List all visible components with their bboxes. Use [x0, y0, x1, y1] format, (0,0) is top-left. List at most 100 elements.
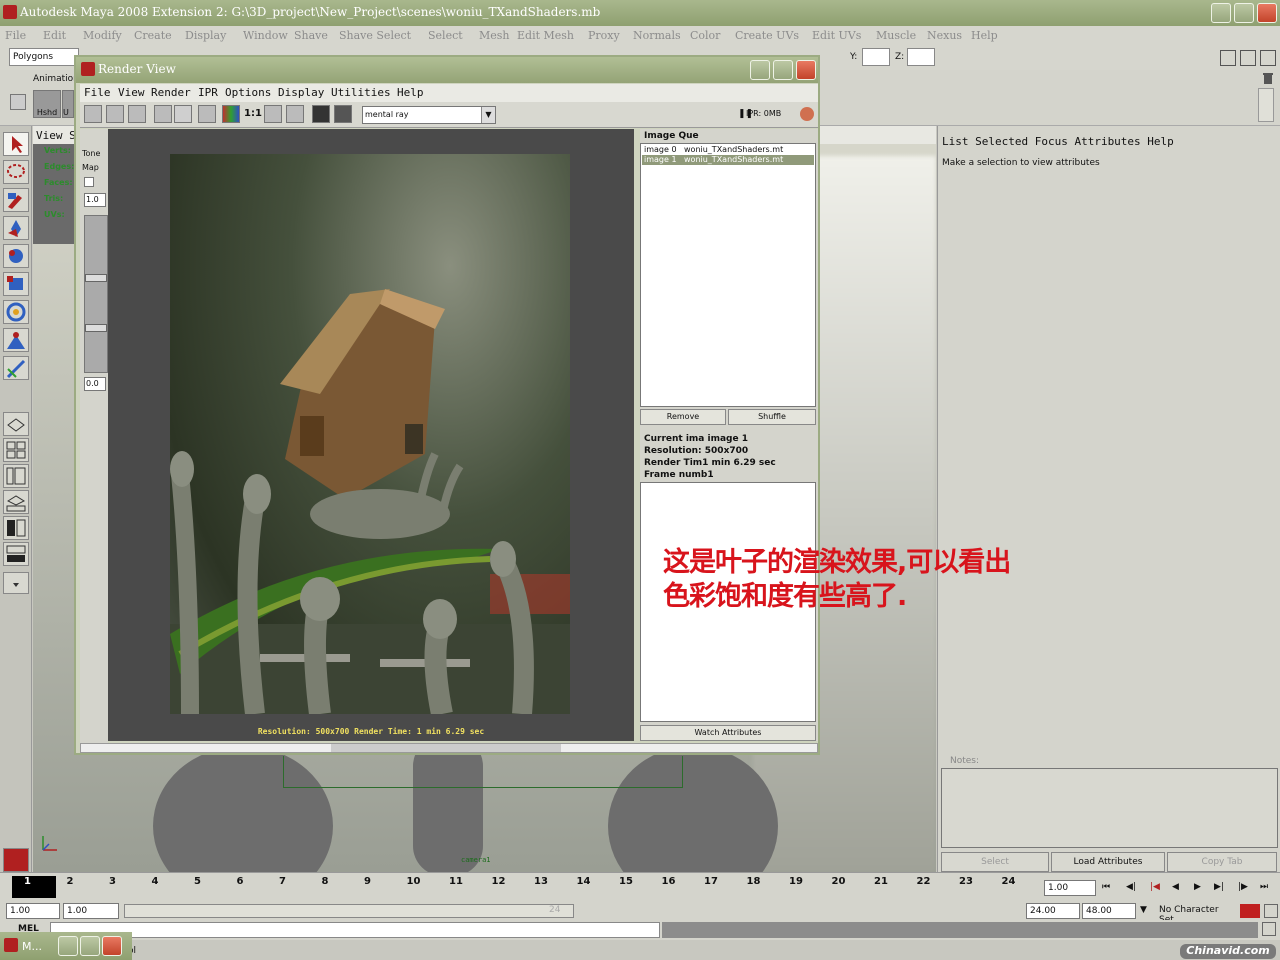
menu-create-uvs[interactable]: Create UVs — [735, 29, 799, 42]
mode-selector[interactable]: Polygons — [9, 48, 79, 66]
menu-shave-select[interactable]: Shave Select — [339, 29, 411, 42]
real-size-button[interactable]: 1:1 — [244, 108, 262, 119]
exposure-slider-handle-top[interactable] — [85, 274, 107, 282]
command-input[interactable] — [50, 922, 660, 938]
shuffle-button[interactable]: Shuffle — [728, 409, 816, 425]
script-editor-icon[interactable] — [1262, 922, 1276, 936]
menu-edit-uvs[interactable]: Edit UVs — [812, 29, 861, 42]
playback-end-field[interactable]: 24.00 — [1026, 903, 1080, 919]
step-back-key-icon[interactable]: ◀| — [1126, 882, 1136, 892]
four-view-layout-icon[interactable] — [3, 438, 29, 462]
current-time-marker[interactable] — [12, 876, 56, 898]
exposure-min-field[interactable]: 0.0 — [84, 377, 106, 391]
refresh-ipr-icon[interactable] — [174, 105, 192, 123]
persp-outliner-layout-icon[interactable] — [3, 464, 29, 488]
minimize-button[interactable] — [1211, 3, 1231, 23]
maximize-button[interactable] — [1234, 3, 1254, 23]
select-tool-icon[interactable] — [3, 132, 29, 156]
paint-select-tool-icon[interactable] — [3, 188, 29, 212]
render-canvas[interactable] — [108, 129, 634, 741]
channel-box-toggle-icon[interactable] — [1260, 50, 1276, 66]
menu-help[interactable]: Help — [971, 29, 998, 42]
redo-render-icon[interactable] — [84, 105, 102, 123]
tool-settings-toggle-icon[interactable] — [1240, 50, 1256, 66]
ipr-render-icon[interactable] — [154, 105, 172, 123]
character-set-selector[interactable]: No Character Set — [1157, 903, 1237, 925]
rv-menu-view[interactable]: View — [118, 86, 145, 99]
universal-manipulator-icon[interactable] — [3, 300, 29, 324]
render-view-maximize-button[interactable] — [773, 60, 793, 80]
exposure-max-field[interactable]: 1.0 — [84, 193, 106, 207]
load-attributes-button[interactable]: Load Attributes — [1051, 852, 1165, 872]
render-region-icon[interactable] — [106, 105, 124, 123]
attribute-editor-menu[interactable]: List Selected Focus Attributes Help — [942, 135, 1174, 148]
menu-proxy[interactable]: Proxy — [588, 29, 620, 42]
taskbar-maximize-button[interactable] — [80, 936, 100, 956]
snapshot-icon[interactable] — [128, 105, 146, 123]
render-view-horizontal-scrollbar[interactable] — [80, 743, 818, 753]
hypershade-layout-icon[interactable] — [3, 516, 29, 540]
auto-key-icon[interactable] — [1240, 904, 1260, 918]
step-back-frame-icon[interactable]: |◀ — [1150, 882, 1160, 892]
taskbar-close-button[interactable] — [102, 936, 122, 956]
menu-shave[interactable]: Shave — [294, 29, 328, 42]
render-view-close-button[interactable] — [796, 60, 816, 80]
persp-hypershade-layout-icon[interactable] — [3, 542, 29, 566]
maya-tool-icon[interactable] — [3, 848, 29, 872]
copy-tab-button[interactable]: Copy Tab — [1167, 852, 1277, 872]
z-field[interactable] — [907, 48, 935, 66]
notes-field[interactable] — [941, 768, 1278, 848]
menu-edit-mesh[interactable]: Edit Mesh — [517, 29, 574, 42]
chevron-down-icon[interactable]: ▼ — [1140, 905, 1147, 915]
color-channels-icon[interactable] — [222, 105, 240, 123]
close-button[interactable] — [1257, 3, 1277, 23]
renderer-mental-ray-icon[interactable] — [312, 105, 330, 123]
rotate-tool-icon[interactable] — [3, 244, 29, 268]
animation-preferences-icon[interactable] — [1264, 904, 1278, 918]
single-perspective-layout-icon[interactable] — [3, 412, 29, 436]
exposure-slider[interactable] — [84, 215, 108, 373]
menu-modify[interactable]: Modify — [83, 29, 122, 42]
rv-menu-ipr[interactable]: IPR — [198, 86, 218, 99]
tone-map-checkbox[interactable] — [84, 177, 94, 187]
panel-menu-view[interactable]: View S — [36, 129, 76, 142]
rv-menu-help[interactable]: Help — [397, 86, 424, 99]
go-to-start-icon[interactable]: ⏮ — [1102, 882, 1110, 892]
lasso-tool-icon[interactable] — [3, 160, 29, 184]
persp-graph-layout-icon[interactable] — [3, 490, 29, 514]
menu-file[interactable]: File — [5, 29, 26, 42]
shelf-menu-icon[interactable] — [10, 94, 26, 110]
rv-menu-file[interactable]: File — [84, 86, 111, 99]
menu-window[interactable]: Window — [243, 29, 288, 42]
queue-item[interactable]: image 0 woniu_TXandShaders.mt — [642, 145, 814, 155]
exposure-slider-handle-bottom[interactable] — [85, 324, 107, 332]
layout-menu-icon[interactable] — [3, 572, 29, 594]
render-view-minimize-button[interactable] — [750, 60, 770, 80]
attribute-editor-toggle-icon[interactable] — [1220, 50, 1236, 66]
taskbar-restore-button[interactable] — [58, 936, 78, 956]
watch-attributes-button[interactable]: Watch Attributes — [640, 725, 816, 741]
rv-menu-utilities[interactable]: Utilities — [331, 86, 391, 99]
playback-start-field[interactable]: 1.00 — [63, 903, 119, 919]
time-slider[interactable]: 1 2 3 4 5 6 7 8 9 10 11 12 13 14 15 16 17 18 19 20 21 22 23 24 … — [0, 872, 1280, 902]
shelf-button-u[interactable]: U — [62, 90, 74, 118]
rv-menu-options[interactable]: Options — [225, 86, 271, 99]
trash-icon[interactable] — [1262, 72, 1274, 84]
remove-button[interactable]: Remove — [640, 409, 726, 425]
remove-image-icon[interactable] — [286, 105, 304, 123]
scale-tool-icon[interactable] — [3, 272, 29, 296]
render-settings-icon[interactable] — [198, 105, 216, 123]
keep-image-icon[interactable] — [264, 105, 282, 123]
minimized-window-taskbar[interactable]: M... — [0, 932, 132, 960]
play-backwards-icon[interactable]: ◀ — [1172, 882, 1179, 892]
range-slider-bar[interactable]: 24 — [124, 904, 574, 918]
current-frame-field[interactable]: 1.00 — [1044, 880, 1096, 896]
step-forward-frame-icon[interactable]: ▶| — [1214, 882, 1224, 892]
menu-create[interactable]: Create — [134, 29, 172, 42]
rv-menu-display[interactable]: Display — [278, 86, 324, 99]
y-field[interactable] — [862, 48, 890, 66]
step-forward-key-icon[interactable]: |▶ — [1238, 882, 1248, 892]
rv-menu-render[interactable]: Render — [151, 86, 191, 99]
menu-normals[interactable]: Normals — [633, 29, 681, 42]
shelf-scrollbar[interactable] — [1258, 88, 1274, 122]
